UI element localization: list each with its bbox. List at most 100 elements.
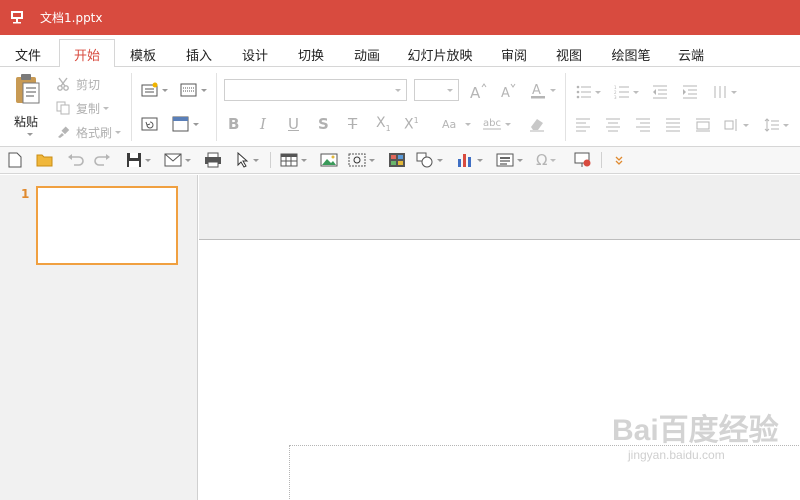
customize-toolbar-button[interactable] [614,151,624,169]
chevron-down-icon [595,90,601,94]
insert-textbox-button[interactable] [496,151,523,169]
slide-number: 1 [21,187,30,201]
italic-button[interactable]: I [260,113,266,135]
indent-icon [683,85,697,99]
new-document-button[interactable] [8,151,22,169]
presentation-app-icon [11,11,23,24]
bullets-button[interactable] [576,81,601,103]
textbox-icon [496,153,514,167]
chevron-down-icon [447,89,453,92]
chevron-down-icon [550,88,556,92]
columns-button[interactable] [712,81,737,103]
distribute-icon [696,118,710,132]
window-title: 文档1.pptx [40,11,103,25]
underline-button[interactable]: U [288,113,299,135]
email-button[interactable] [164,151,191,169]
reset-slide-button[interactable] [141,113,159,135]
chevron-down-icon [783,123,789,127]
bold-button[interactable]: B [228,113,239,135]
tab-cloud[interactable]: 云端 [677,45,705,67]
screenshot-button[interactable] [348,151,375,169]
font-size-select[interactable] [414,79,459,101]
chevron-down-icon [465,122,471,126]
redo-button[interactable] [94,151,112,169]
increase-font-button[interactable]: A [469,80,487,102]
tab-drawing-pen[interactable]: 绘图笔 [610,45,652,67]
decrease-font-button[interactable]: A [499,80,517,102]
increase-indent-button[interactable] [682,81,698,103]
change-case-button[interactable]: Aa [442,113,471,135]
numbered-list-icon: 123 [614,85,629,99]
paste-label: 粘贴 [14,115,39,129]
insert-chart-button[interactable] [456,151,483,169]
clear-format-button[interactable] [528,113,546,135]
play-slideshow-button[interactable] [574,151,592,169]
insert-picture-button[interactable] [320,151,338,169]
line-spacing-icon [764,118,779,132]
tab-animations[interactable]: 动画 [353,45,381,67]
printer-icon [205,152,221,168]
chevron-down-icon [301,158,307,162]
tab-templates[interactable]: 模板 [129,45,157,67]
tab-view[interactable]: 视图 [555,45,583,67]
undo-button[interactable] [66,151,84,169]
shapes-icon [416,152,433,168]
tab-home[interactable]: 开始 [59,39,115,68]
italic-icon: I [260,115,266,133]
open-button[interactable] [36,151,54,169]
tab-insert[interactable]: 插入 [185,45,213,67]
clipboard-icon [16,74,40,104]
strikethrough-button[interactable]: T [348,113,357,135]
tab-review[interactable]: 审阅 [500,45,528,67]
layout-button[interactable] [180,79,207,101]
tab-design[interactable]: 设计 [241,45,269,67]
save-button[interactable] [126,151,151,169]
section-button[interactable] [172,113,199,135]
text-direction-button[interactable] [724,114,749,136]
align-left-button[interactable] [575,114,591,136]
format-painter-button[interactable]: 格式刷 [56,121,122,143]
align-right-button[interactable] [635,114,651,136]
tab-transitions[interactable]: 切换 [297,45,325,67]
align-center-icon [606,118,620,132]
tab-file[interactable]: 文件 [14,45,42,67]
font-name-select[interactable] [224,79,407,101]
font-color-button[interactable]: A [529,79,556,101]
copy-button[interactable]: 复制 [56,97,110,119]
omega-icon: Ω [536,151,548,169]
align-center-button[interactable] [605,114,621,136]
insert-media-button[interactable] [388,151,406,169]
shadow-button[interactable]: S [318,113,329,135]
align-right-icon [636,118,650,132]
insert-table-button[interactable] [280,151,307,169]
line-spacing-button[interactable] [764,114,789,136]
slideshow-icon [574,152,591,167]
distribute-button[interactable] [695,114,711,136]
justify-button[interactable] [665,114,681,136]
slide-thumbnail[interactable] [36,186,178,265]
new-slide-button[interactable] [141,79,168,101]
ribbon-divider [565,73,566,141]
print-button[interactable] [204,151,222,169]
cut-button[interactable]: 剪切 [56,73,100,95]
svg-text:A: A [532,83,541,98]
superscript-button[interactable]: X1 [404,113,419,135]
chevron-down-icon [201,88,207,92]
decrease-indent-button[interactable] [652,81,668,103]
paste-button[interactable]: 粘贴 [10,73,44,139]
subscript-button[interactable]: X1 [376,113,391,135]
font-grow-icon: A [470,83,487,100]
numbering-button[interactable]: 123 [614,81,639,103]
shadow-icon: S [318,115,329,133]
chevron-down-icon [550,158,557,162]
chevron-down-icon [743,123,749,127]
brush-icon [58,126,70,138]
select-button[interactable] [236,151,259,169]
insert-symbol-button[interactable]: Ω [536,151,557,169]
toolbar-divider [601,152,602,168]
tab-slideshow[interactable]: 幻灯片放映 [406,45,474,67]
mail-icon [164,153,182,167]
char-spacing-button[interactable]: abc [482,113,511,135]
insert-shape-button[interactable] [416,151,443,169]
watermark-url: jingyan.baidu.com [628,448,725,462]
